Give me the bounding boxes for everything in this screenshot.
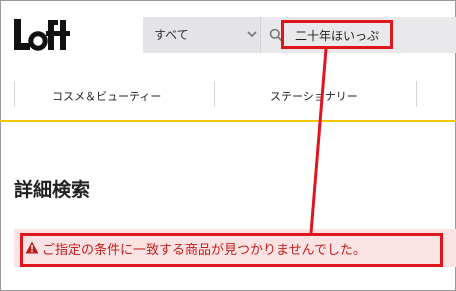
search-bar: すべて (143, 17, 456, 53)
chevron-down-icon (247, 31, 257, 38)
no-results-alert: ご指定の条件に一致する商品が見つかりませんでした。 (14, 229, 456, 267)
nav-item-stationery[interactable]: ステーショナリー (270, 88, 358, 104)
alert-message: ご指定の条件に一致する商品が見つかりませんでした。 (42, 243, 366, 258)
nav-divider (214, 81, 215, 107)
category-nav: コスメ＆ビューティー ステーショナリー (0, 68, 456, 122)
nav-divider (416, 81, 417, 107)
search-icon[interactable] (269, 28, 283, 42)
nav-divider (14, 81, 15, 107)
category-select[interactable]: すべて (143, 17, 261, 53)
nav-item-cosme-beauty[interactable]: コスメ＆ビューティー (52, 88, 161, 104)
loft-logo[interactable] (13, 16, 71, 54)
warning-icon (25, 241, 39, 254)
search-input[interactable] (283, 22, 389, 48)
category-select-value: すべて (154, 28, 189, 42)
page-title: 詳細検索 (14, 179, 91, 201)
